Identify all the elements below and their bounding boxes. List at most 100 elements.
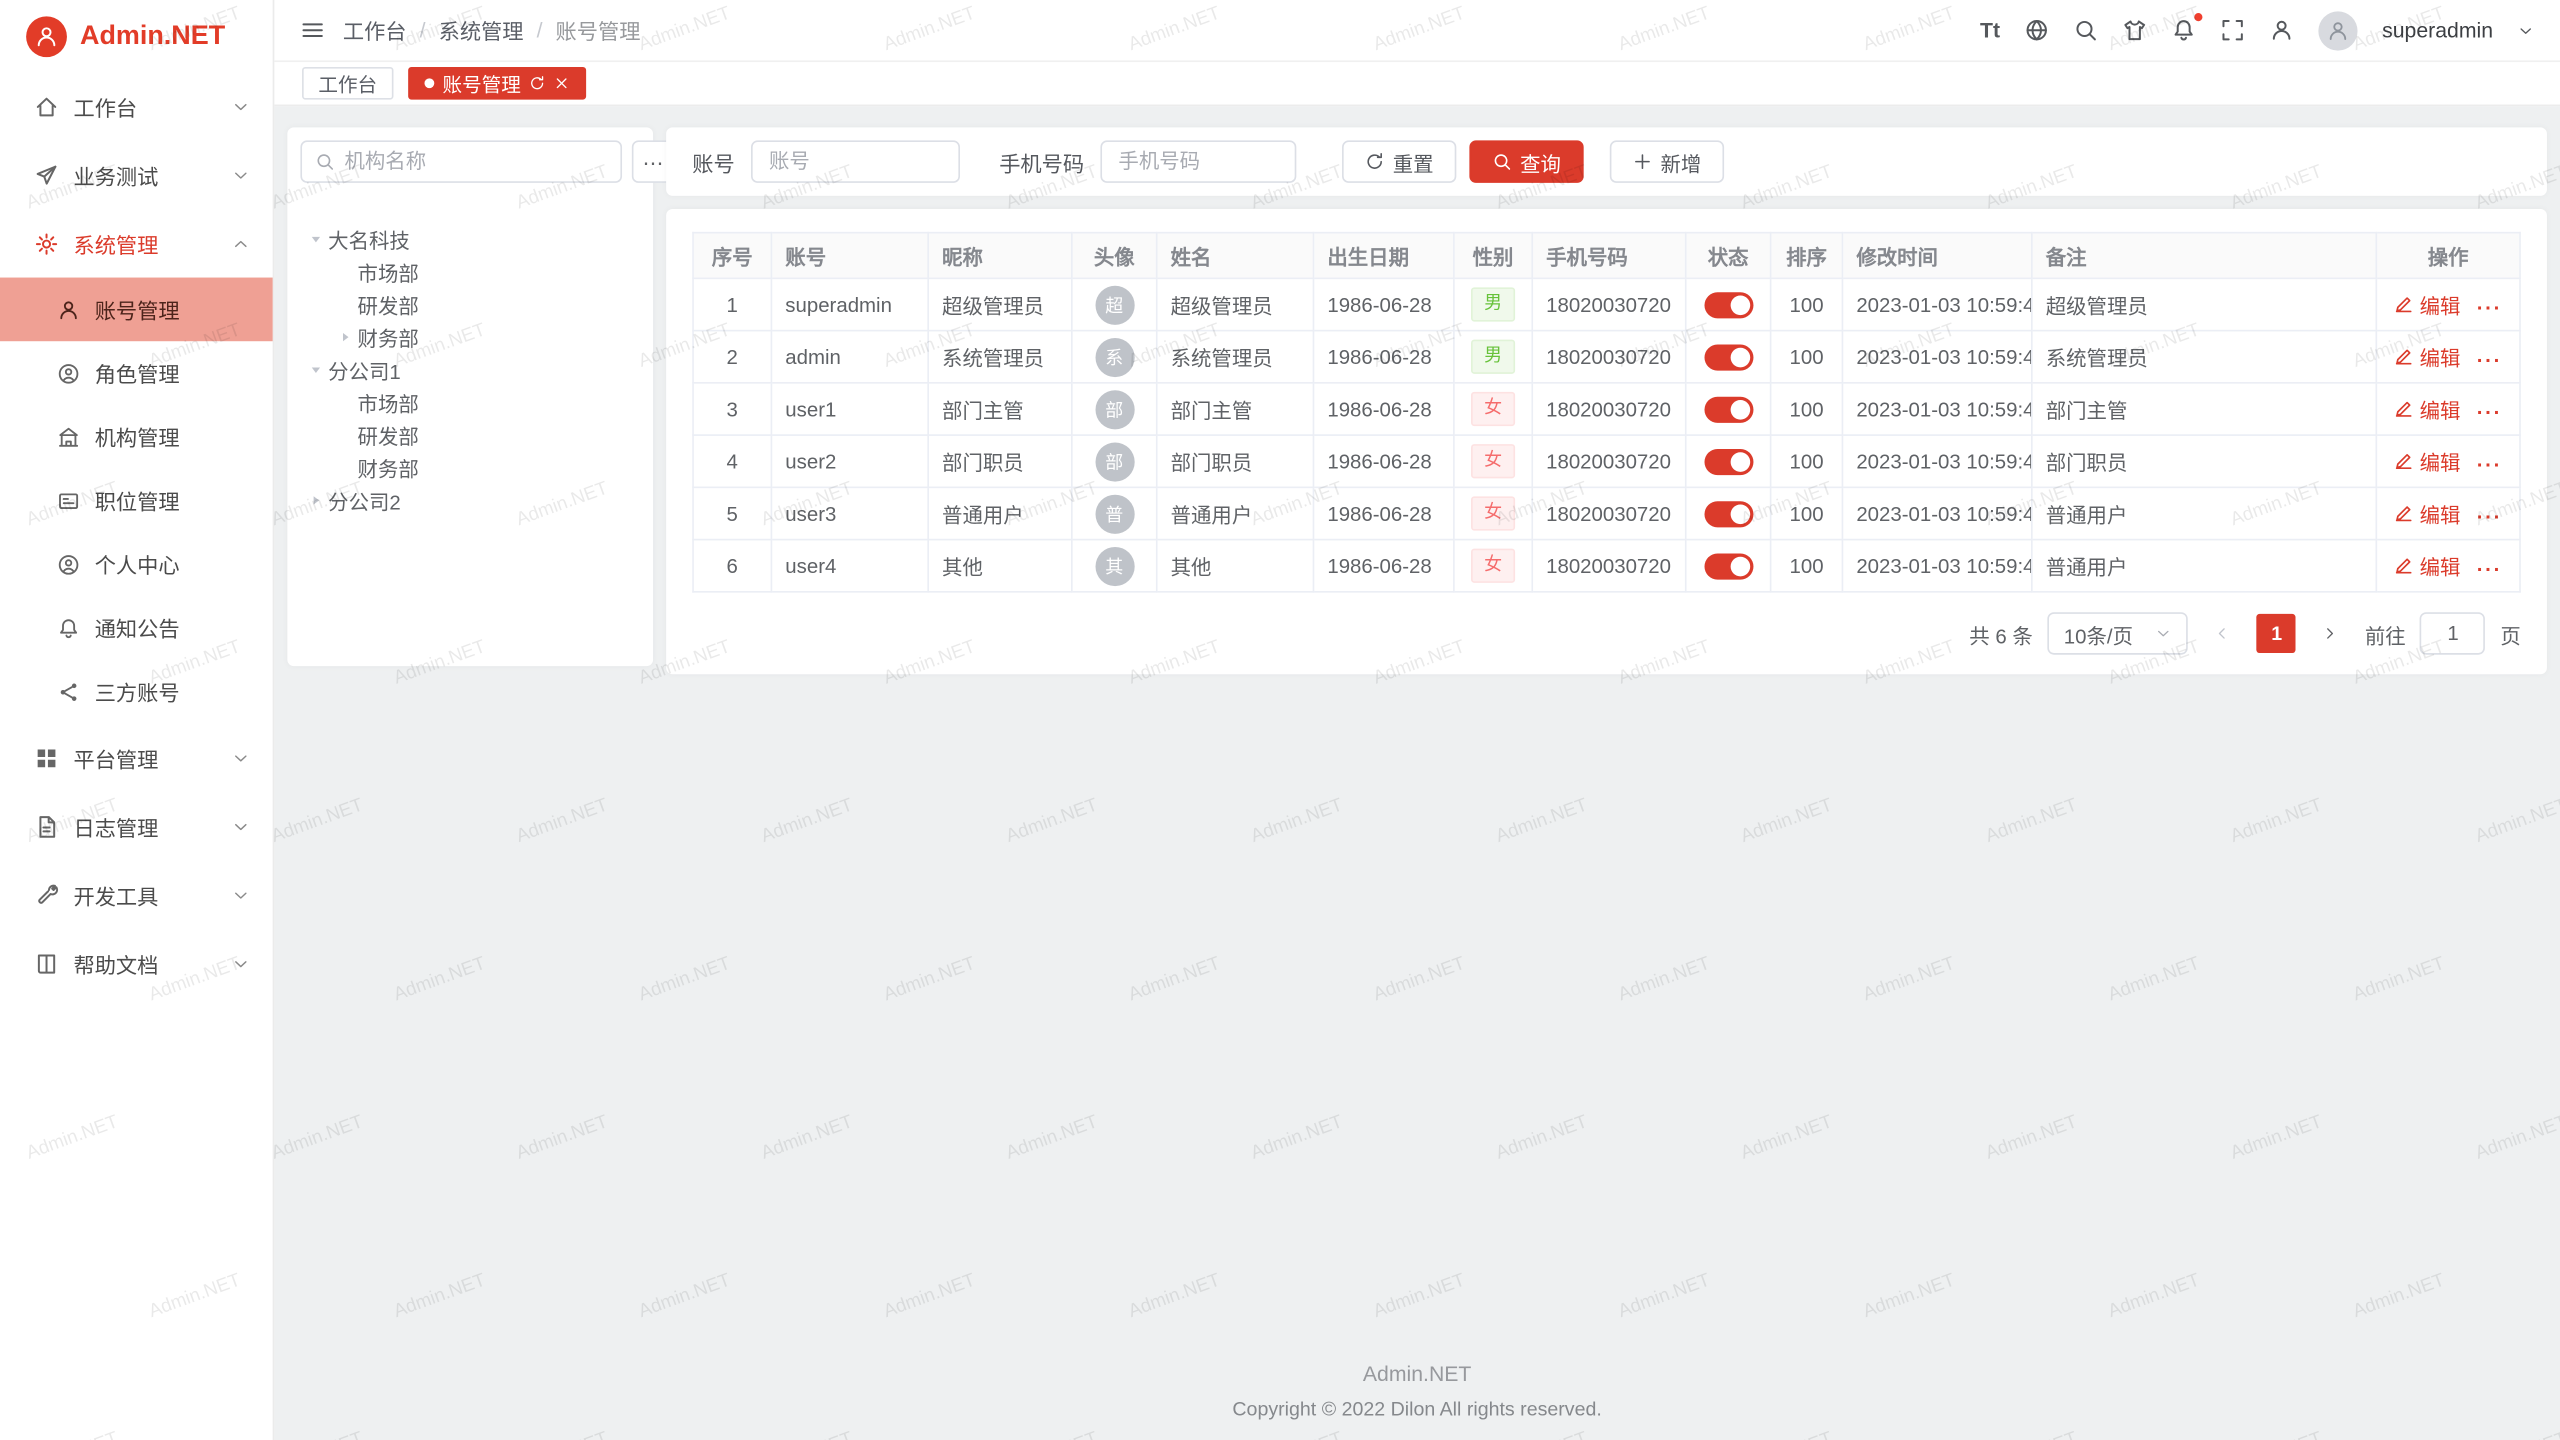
- gender-cell: 女: [1454, 435, 1532, 487]
- next-page-button[interactable]: [2311, 614, 2350, 653]
- chevron-up-icon: [232, 234, 250, 252]
- sidebar-item-business-test[interactable]: 业务测试: [0, 140, 273, 209]
- menu-search-icon[interactable]: [2074, 18, 2098, 42]
- toggle-knob: [1730, 504, 1750, 524]
- remark-cell: 超级管理员: [2032, 278, 2376, 330]
- sidebar-item-label: 系统管理: [73, 228, 231, 259]
- status-toggle[interactable]: [1704, 553, 1753, 579]
- username[interactable]: superadmin: [2382, 18, 2493, 42]
- tree-node[interactable]: 分公司2: [300, 483, 640, 516]
- status-toggle[interactable]: [1704, 448, 1753, 474]
- status-toggle[interactable]: [1704, 396, 1753, 422]
- reset-button[interactable]: 重置: [1342, 140, 1456, 182]
- status-toggle[interactable]: [1704, 291, 1753, 317]
- chevron-down-icon[interactable]: [2518, 22, 2534, 38]
- table-row: 2admin系统管理员系系统管理员1986-06-28男180200307201…: [693, 331, 2520, 383]
- edit-button[interactable]: 编辑: [2394, 498, 2460, 529]
- tree-node[interactable]: 财务部: [300, 451, 640, 484]
- tree-node[interactable]: 研发部: [300, 287, 640, 320]
- add-button[interactable]: 新增: [1610, 140, 1724, 182]
- account-filter-input[interactable]: [751, 140, 960, 182]
- caret-closed-icon[interactable]: [333, 329, 357, 344]
- tree-node[interactable]: 财务部: [300, 320, 640, 353]
- sidebar-item-help-docs[interactable]: 帮助文档: [0, 929, 273, 998]
- font-size-icon[interactable]: Tt: [1980, 18, 2000, 42]
- order-cell: 100: [1771, 278, 1843, 330]
- sidebar-item-notice-announcement[interactable]: 通知公告: [0, 596, 273, 660]
- gender-cell: 女: [1454, 487, 1532, 539]
- sidebar-item-position-management[interactable]: 职位管理: [0, 469, 273, 533]
- sidebar-item-personal-center[interactable]: 个人中心: [0, 532, 273, 596]
- caret-closed-icon[interactable]: [304, 492, 328, 507]
- edit-button[interactable]: 编辑: [2394, 393, 2460, 424]
- edit-button[interactable]: 编辑: [2394, 550, 2460, 581]
- page-1-button[interactable]: 1: [2257, 614, 2296, 653]
- notification-icon[interactable]: [2172, 18, 2196, 42]
- search-button[interactable]: 查询: [1469, 140, 1583, 182]
- user-center-icon[interactable]: [2269, 18, 2293, 42]
- user-avatar: 超: [1095, 285, 1134, 324]
- tree-node[interactable]: 研发部: [300, 418, 640, 451]
- avatar-cell: 其: [1072, 540, 1157, 592]
- status-toggle[interactable]: [1704, 500, 1753, 526]
- hamburger-icon[interactable]: [300, 18, 324, 42]
- remark-cell: 普通用户: [2032, 487, 2376, 539]
- tree-node-label: 财务部: [358, 321, 419, 352]
- tree-node[interactable]: 分公司1: [300, 353, 640, 386]
- sidebar-item-dev-tools[interactable]: 开发工具: [0, 860, 273, 929]
- avatar-cell: 部: [1072, 435, 1157, 487]
- sidebar-item-label: 平台管理: [73, 742, 231, 773]
- refresh-icon[interactable]: [529, 75, 545, 91]
- status-toggle[interactable]: [1704, 344, 1753, 370]
- name-cell: 部门主管: [1157, 383, 1314, 435]
- breadcrumb-item-workbench[interactable]: 工作台: [343, 15, 407, 46]
- caret-open-icon[interactable]: [309, 226, 324, 250]
- edit-button[interactable]: 编辑: [2394, 446, 2460, 477]
- table-row: 5user3普通用户普普通用户1986-06-28女18020030720100…: [693, 487, 2520, 539]
- name-cell: 部门职员: [1157, 435, 1314, 487]
- language-icon[interactable]: [2025, 18, 2049, 42]
- breadcrumb-item-system[interactable]: 系统管理: [439, 15, 524, 46]
- row-more-button[interactable]: ···: [2477, 506, 2502, 529]
- theme-icon[interactable]: [2123, 18, 2147, 42]
- reset-button-label: 重置: [1393, 146, 1434, 177]
- tab-workbench[interactable]: 工作台: [302, 67, 393, 100]
- sidebar-item-role-management[interactable]: 角色管理: [0, 341, 273, 405]
- sidebar-item-workbench[interactable]: 工作台: [0, 72, 273, 141]
- row-more-button[interactable]: ···: [2477, 453, 2502, 476]
- edit-icon: [2394, 503, 2414, 523]
- row-more-button[interactable]: ···: [2477, 558, 2502, 581]
- page-size-select[interactable]: 10条/页: [2047, 612, 2188, 654]
- sidebar-item-system-management[interactable]: 系统管理: [0, 209, 273, 278]
- sidebar-item-account-management[interactable]: 账号管理: [0, 278, 273, 342]
- avatar[interactable]: [2318, 11, 2357, 50]
- goto-page-input[interactable]: [2420, 612, 2485, 654]
- row-more-button[interactable]: ···: [2477, 349, 2502, 372]
- edit-button[interactable]: 编辑: [2394, 341, 2460, 372]
- tree-node[interactable]: 大名科技: [300, 222, 640, 255]
- phone-filter-input[interactable]: [1100, 140, 1296, 182]
- phone-cell: 18020030720: [1532, 435, 1685, 487]
- caret-open-icon[interactable]: [309, 357, 324, 381]
- sidebar-item-platform-management[interactable]: 平台管理: [0, 723, 273, 792]
- account-cell: admin: [771, 331, 928, 383]
- breadcrumb-separator: /: [537, 18, 543, 42]
- sidebar-item-org-management[interactable]: 机构管理: [0, 405, 273, 469]
- sidebar-item-label: 角色管理: [95, 358, 273, 389]
- row-more-button[interactable]: ···: [2477, 401, 2502, 424]
- toggle-knob: [1730, 399, 1750, 419]
- tab-account-management[interactable]: 账号管理: [408, 67, 586, 100]
- edit-button[interactable]: 编辑: [2394, 289, 2460, 320]
- close-icon[interactable]: [554, 75, 570, 91]
- sidebar-item-log-management[interactable]: 日志管理: [0, 792, 273, 861]
- tree-node[interactable]: 市场部: [300, 255, 640, 288]
- prev-page-button[interactable]: [2203, 614, 2242, 653]
- fullscreen-icon[interactable]: [2221, 18, 2245, 42]
- table-row: 3user1部门主管部部门主管1986-06-28女18020030720100…: [693, 383, 2520, 435]
- sidebar-item-third-party-account[interactable]: 三方账号: [0, 660, 273, 724]
- tree-node[interactable]: 市场部: [300, 385, 640, 418]
- org-search-input[interactable]: [344, 150, 607, 173]
- chevron-down-icon: [232, 817, 250, 835]
- row-more-button[interactable]: ···: [2477, 297, 2502, 320]
- logo[interactable]: Admin.NET: [0, 0, 273, 72]
